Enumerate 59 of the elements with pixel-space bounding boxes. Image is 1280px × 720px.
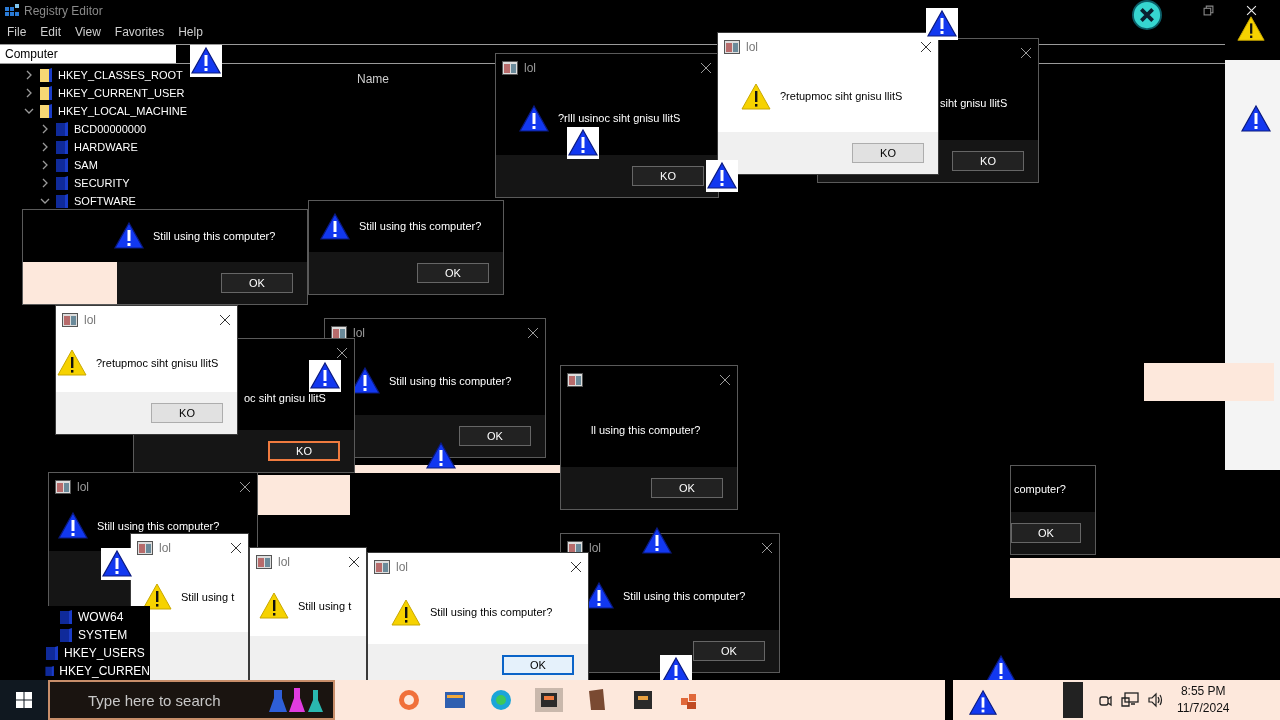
tree-item[interactable]: HKEY_CURREN	[59, 662, 150, 680]
tree-item[interactable]: SECURITY	[74, 174, 130, 192]
dialog-message: computer?	[1014, 481, 1066, 497]
dialog-message: Still using this computer?	[623, 588, 746, 604]
ok-button[interactable]: OK	[417, 263, 489, 283]
menu-item[interactable]: Help	[178, 23, 203, 41]
tree-item[interactable]: HARDWARE	[74, 138, 138, 156]
menu-item[interactable]: File	[7, 23, 27, 41]
tree-item[interactable]: BCD00000000	[74, 120, 147, 138]
ok-button[interactable]: KO	[268, 441, 340, 461]
dialog-message: ?rlll usinoc siht gnisu llitS	[558, 111, 681, 127]
dialog-title: lol	[353, 325, 365, 342]
dialog-title: lol	[746, 39, 758, 56]
tree-item[interactable]: WOW64	[78, 608, 124, 626]
dialog-message: ll using this computer?	[591, 423, 701, 439]
menu-item[interactable]: View	[75, 23, 101, 41]
clock-time[interactable]: 8:55 PM	[1180, 683, 1226, 700]
ok-button[interactable]: OK	[459, 426, 531, 446]
dialog-message: Still using this computer?	[430, 605, 553, 621]
tree-item[interactable]: SYSTEM	[78, 626, 128, 644]
ok-button[interactable]: OK	[693, 641, 765, 661]
dialog-message: Still using t	[181, 589, 235, 605]
dialog-title: lol	[396, 559, 408, 576]
tree-item[interactable]: HKEY_LOCAL_MACHINE	[58, 102, 187, 120]
column-header: Name	[357, 71, 389, 88]
tree-item[interactable]: SAM	[74, 156, 98, 174]
ok-button[interactable]: OK	[651, 478, 723, 498]
clock-date[interactable]: 11/7/2024	[1177, 700, 1230, 717]
dialog-title: lol	[278, 554, 290, 571]
dialog-title: lol	[589, 540, 601, 557]
search-field[interactable]: Type here to search	[48, 680, 335, 720]
menu-item[interactable]: Favorites	[114, 23, 165, 41]
tree-item[interactable]: HKEY_CLASSES_ROOT	[58, 66, 183, 84]
dialog-message: ?retupmoc siht gnisu llitS	[780, 89, 903, 105]
menu-item[interactable]: Edit	[40, 23, 62, 41]
dialog-message: Still using t	[298, 598, 352, 614]
ok-button[interactable]: OK	[1011, 523, 1081, 543]
window-title: Registry Editor	[24, 3, 103, 20]
dialog-title: lol	[159, 540, 171, 557]
ok-button[interactable]: KO	[952, 151, 1024, 171]
dialog-title: lol	[524, 60, 536, 77]
ok-button[interactable]: KO	[852, 143, 924, 163]
ok-button[interactable]: OK	[221, 273, 293, 293]
dialog-message: Still using this computer?	[359, 219, 482, 235]
tree-item[interactable]: HKEY_CURRENT_USER	[58, 84, 185, 102]
address-bar[interactable]: Computer	[0, 45, 176, 63]
tree-item[interactable]: HKEY_USERS	[64, 644, 145, 662]
dialog-message: siht gnisu llitS	[940, 96, 1008, 112]
dialog-message: Still using this computer?	[97, 518, 220, 534]
dialog-title: lol	[84, 312, 96, 329]
dialog-title: lol	[77, 479, 89, 496]
dialog-message: oc siht gnisu llitS	[244, 391, 326, 407]
dialog-message: Still using this computer?	[153, 228, 276, 244]
tree-item[interactable]: SOFTWARE	[74, 192, 136, 210]
dialog-message: Still using this computer?	[389, 373, 512, 389]
ok-button[interactable]: KO	[151, 403, 223, 423]
ok-button[interactable]: KO	[632, 166, 704, 186]
ok-button[interactable]: OK	[502, 655, 574, 675]
dialog-message: ?retupmoc siht gnisu llitS	[96, 355, 219, 371]
